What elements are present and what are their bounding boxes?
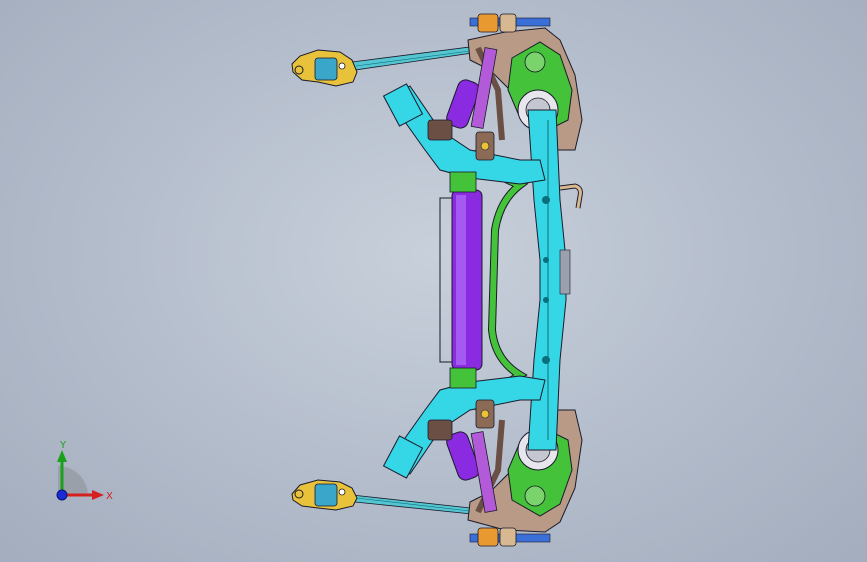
trailing-link-top[interactable] — [351, 46, 473, 71]
crossmember-purple[interactable] — [439, 171, 483, 389]
link-mount-bracket-top[interactable] — [291, 49, 358, 87]
z-axis-point — [56, 489, 68, 501]
suspension-model[interactable] — [0, 0, 867, 562]
x-axis-label: X — [106, 491, 113, 502]
damper-bottom[interactable] — [444, 430, 498, 513]
hose-bracket[interactable] — [559, 183, 583, 209]
coordinate-triad[interactable]: Y X — [44, 440, 124, 510]
link-mount-bracket-bottom[interactable] — [291, 479, 358, 511]
trailing-link-bottom[interactable] — [351, 494, 473, 515]
cad-viewport[interactable]: Y X — [0, 0, 867, 562]
y-axis-label: Y — [59, 440, 67, 451]
center-hub-plate — [559, 249, 571, 295]
